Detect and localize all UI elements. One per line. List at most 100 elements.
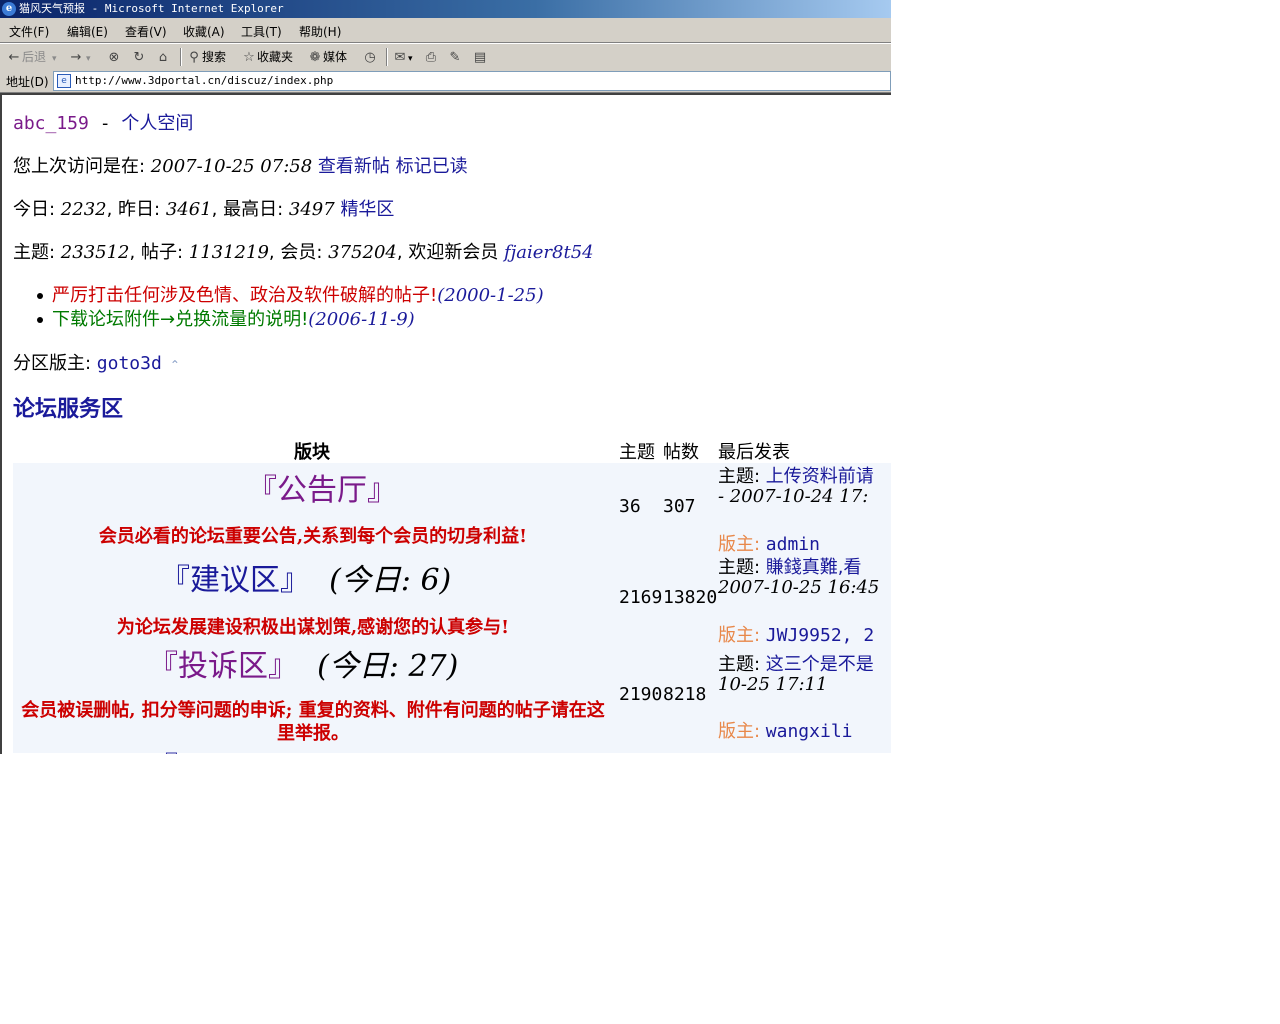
- page-content: abc_159 - 个人空间 您上次访问是在: 2007-10-25 07:58…: [0, 93, 891, 754]
- forum-today-count: 6: [420, 563, 440, 598]
- history-button[interactable]: ◷: [362, 48, 378, 66]
- toolbar: ← 后退 ▾ → ▾ ⊗ ↻ ⌂ ⚲ 搜索 ☆ 收藏夹 ❁ 媒体 ◷ ✉ ▾ ⎙ ✎ ▤: [0, 43, 891, 71]
- stop-icon: ⊗: [108, 49, 120, 65]
- menu-edit[interactable]: 编辑(E): [67, 23, 108, 40]
- max-count: 3497: [288, 199, 335, 220]
- page-icon: e: [57, 74, 71, 88]
- refresh-icon: ↻: [133, 49, 145, 65]
- forward-button[interactable]: → ▾: [68, 48, 91, 66]
- menu-view[interactable]: 查看(V): [125, 23, 167, 40]
- forum-description: 为论坛发展建设积极出谋划策,感谢您的认真参与!: [116, 617, 510, 638]
- forum-name-partial[interactable]: 『: [148, 743, 178, 754]
- home-button[interactable]: ⌂: [155, 48, 171, 66]
- header-forum: 版块: [294, 442, 330, 463]
- menu-help[interactable]: 帮助(H): [299, 23, 341, 40]
- today-stats-line: 今日: 2232, 昨日: 3461, 最高日: 3497 精华区: [13, 199, 395, 220]
- favorites-label: 收藏夹: [257, 50, 294, 64]
- browser-window: e 猫风天气预报 - Microsoft Internet Explorer 文…: [0, 0, 891, 754]
- stop-button[interactable]: ⊗: [106, 48, 122, 66]
- collapse-icon[interactable]: ⌃: [170, 358, 180, 372]
- forum-thread-count: 2169: [619, 587, 663, 608]
- moderator-link[interactable]: JWJ9952, 2: [766, 625, 874, 646]
- last-post-link[interactable]: 賺錢真難,看: [766, 557, 862, 578]
- digest-link[interactable]: 精华区: [340, 199, 394, 220]
- forum-today-count: 27: [408, 649, 447, 684]
- menu-bar: 文件(F) 编辑(E) 查看(V) 收藏(A) 工具(T) 帮助(H): [0, 18, 891, 43]
- last-visit-line: 您上次访问是在: 2007-10-25 07:58 查看新帖 标记已读: [13, 156, 468, 177]
- back-button[interactable]: ← 后退 ▾: [6, 48, 57, 66]
- title-bar: e 猫风天气预报 - Microsoft Internet Explorer: [0, 0, 891, 18]
- address-bar: 地址(D) e http://www.3dportal.cn/discuz/in…: [0, 70, 891, 93]
- announcement-link-1[interactable]: 严厉打击任何涉及色情、政治及软件破解的帖子!: [52, 285, 437, 306]
- home-icon: ⌂: [158, 49, 168, 65]
- zone-moderator-line: 分区版主: goto3d ⌃: [13, 353, 180, 374]
- address-input[interactable]: e http://www.3dportal.cn/discuz/index.ph…: [53, 71, 891, 91]
- last-post-title: 主题: 賺錢真難,看: [718, 557, 862, 578]
- last-post-date: - 2007-10-24 17:: [718, 486, 869, 507]
- personal-space-link[interactable]: 个人空间: [121, 113, 193, 134]
- last-post-link[interactable]: 上传资料前请: [766, 466, 874, 487]
- favorites-button[interactable]: ☆ 收藏夹: [241, 48, 293, 66]
- search-icon: ⚲: [189, 49, 199, 65]
- zone-moderator-link[interactable]: goto3d: [97, 353, 162, 374]
- ie-logo-icon: e: [2, 2, 16, 16]
- announcement-date-1: (2000-1-25): [437, 285, 544, 306]
- forum-name-link[interactable]: 『建议区』: [160, 563, 310, 598]
- print-button[interactable]: ⎙: [423, 48, 439, 66]
- forum-moderators: 版主: wangxili: [718, 721, 853, 742]
- forum-description: 会员必看的论坛重要公告,关系到每个会员的切身利益!: [98, 526, 528, 547]
- address-url: http://www.3dportal.cn/discuz/index.php: [75, 74, 334, 87]
- forum-name-link[interactable]: 『投诉区』: [148, 649, 298, 684]
- search-button[interactable]: ⚲ 搜索: [186, 48, 226, 66]
- forum-post-count: 8218: [663, 684, 707, 705]
- history-icon: ◷: [364, 49, 376, 65]
- forum-description: 会员被误删帖, 扣分等问题的申诉; 重复的资料、附件有问题的帖子请在这里举报。: [21, 700, 605, 744]
- header-last: 最后发表: [718, 442, 790, 463]
- window-title: 猫风天气预报 - Microsoft Internet Explorer: [19, 2, 284, 15]
- last-post-link[interactable]: 这三个是不是: [766, 654, 874, 675]
- last-post-title: 主题: 这三个是不是: [718, 654, 874, 675]
- announcement-link-2[interactable]: 下载论坛附件→兑换流量的说明!: [52, 309, 308, 330]
- last-post-title: 主题: 上传资料前请: [718, 466, 874, 487]
- forum-name: 『投诉区』 (今日: 27): [148, 649, 459, 684]
- last-visit-time: 2007-10-25 07:58: [150, 156, 313, 177]
- mail-icon: ✉: [394, 49, 406, 65]
- new-member-link[interactable]: fjaier8t54: [504, 242, 594, 263]
- back-arrow-icon: ←: [8, 49, 20, 65]
- today-count: 2232: [60, 199, 107, 220]
- forum-post-count: 307: [663, 496, 696, 517]
- favorites-icon: ☆: [243, 49, 255, 65]
- media-icon: ❁: [309, 49, 321, 65]
- forum-thread-count: 2190: [619, 684, 663, 705]
- view-new-posts-link[interactable]: 查看新帖: [318, 156, 390, 177]
- header-threads: 主题: [619, 442, 655, 463]
- announcement-item: 下载论坛附件→兑换流量的说明!(2006-11-9): [37, 305, 415, 331]
- forum-thread-count: 36: [619, 496, 641, 517]
- announcement-date-2: (2006-11-9): [308, 309, 415, 330]
- media-label: 媒体: [323, 50, 348, 64]
- mark-read-link[interactable]: 标记已读: [396, 156, 468, 177]
- header-posts: 帖数: [663, 442, 699, 463]
- media-button[interactable]: ❁ 媒体: [307, 48, 347, 66]
- edit-button[interactable]: ✎: [447, 48, 463, 66]
- user-line: abc_159 - 个人空间: [13, 113, 194, 134]
- forward-arrow-icon: →: [70, 49, 82, 65]
- search-label: 搜索: [202, 50, 227, 64]
- last-post-date: 2007-10-25 16:45: [718, 577, 880, 598]
- moderator-link[interactable]: admin: [766, 534, 820, 555]
- section-title[interactable]: 论坛服务区: [13, 391, 123, 423]
- discuss-button[interactable]: ▤: [472, 48, 488, 66]
- back-label: 后退: [22, 50, 47, 64]
- print-icon: ⎙: [425, 49, 437, 65]
- totals-line: 主题: 233512, 帖子: 1131219, 会员: 375204, 欢迎新…: [13, 242, 594, 263]
- forum-name-link[interactable]: 『公告厅』: [247, 465, 397, 509]
- menu-file[interactable]: 文件(F): [9, 23, 49, 40]
- yesterday-count: 3461: [165, 199, 212, 220]
- menu-favorites[interactable]: 收藏(A): [183, 23, 225, 40]
- mail-button[interactable]: ✉ ▾: [392, 48, 413, 66]
- moderator-link[interactable]: wangxili: [766, 721, 853, 742]
- member-total: 375204: [328, 242, 397, 263]
- username-link[interactable]: abc_159: [13, 113, 89, 134]
- menu-tools[interactable]: 工具(T): [241, 23, 282, 40]
- refresh-button[interactable]: ↻: [131, 48, 147, 66]
